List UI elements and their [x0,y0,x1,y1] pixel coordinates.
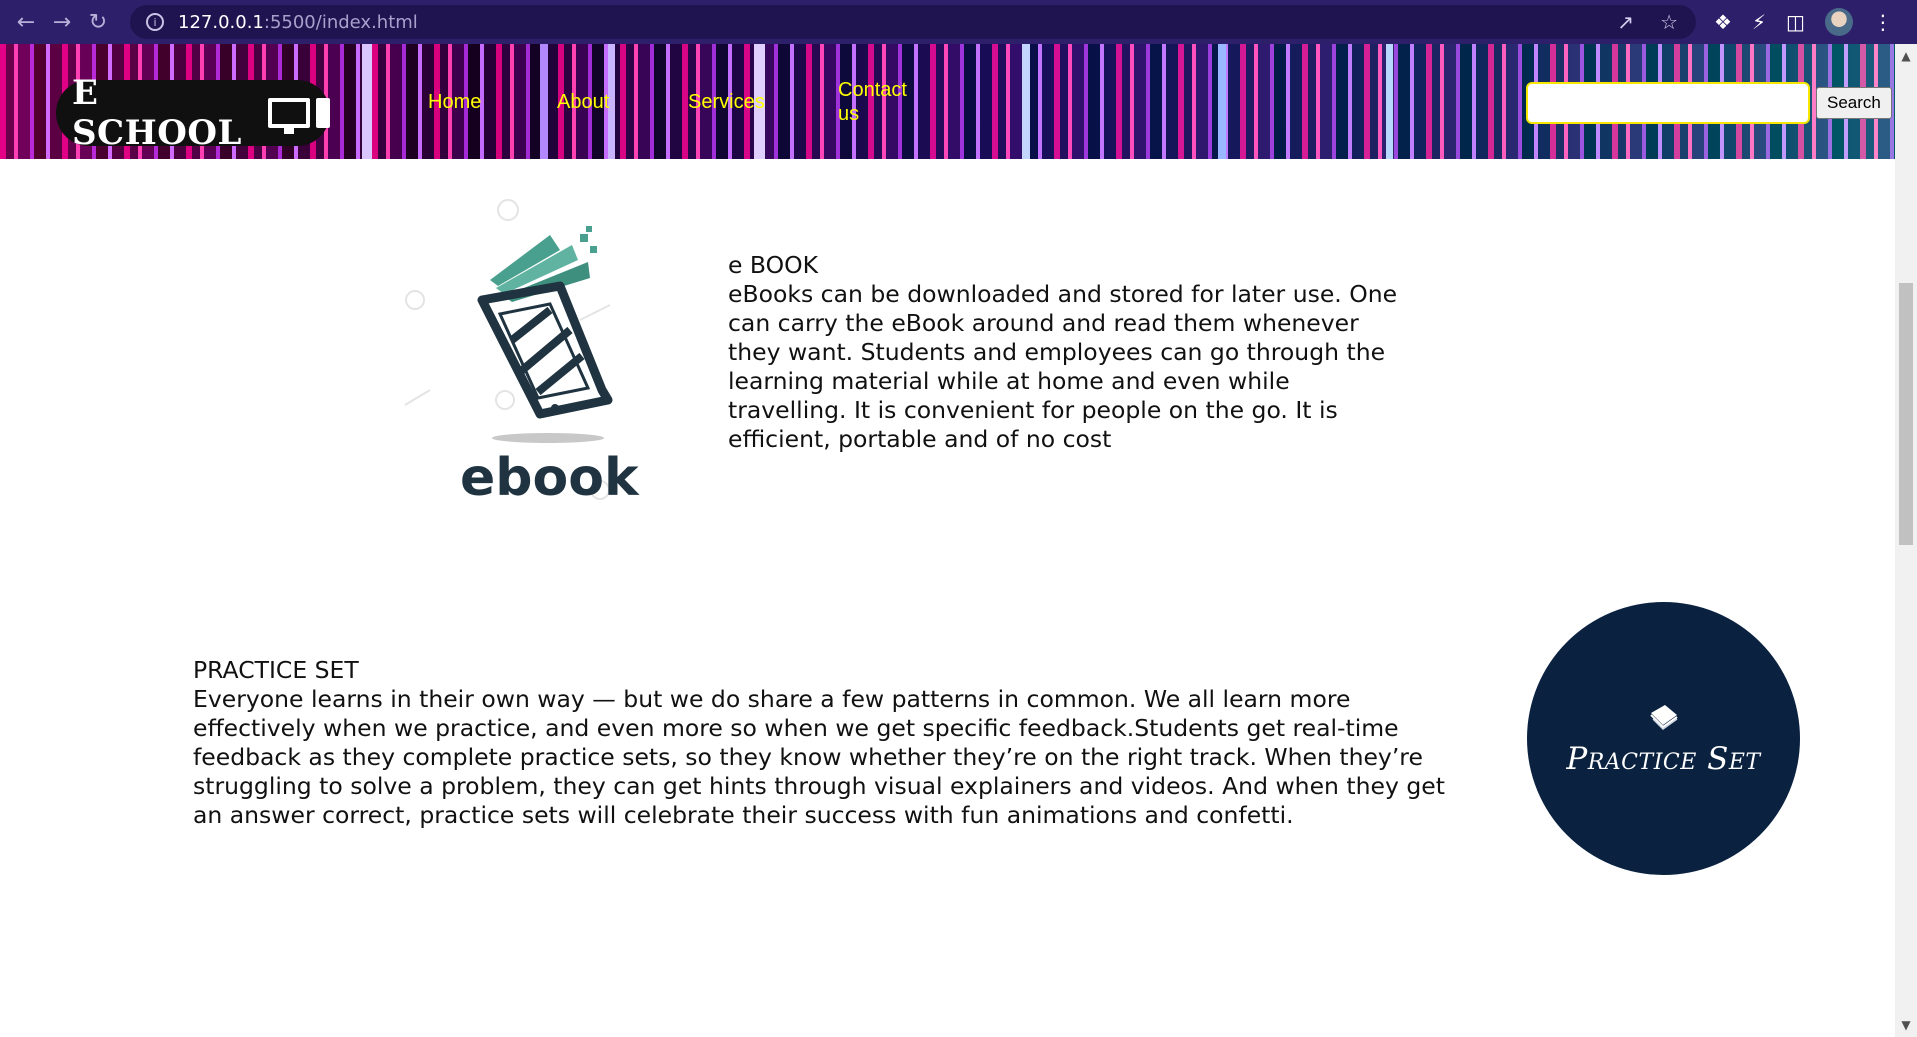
practice-description: Everyone learns in their own way — but w… [193,685,1445,829]
page-scrollbar[interactable]: ▲ ▼ [1895,44,1917,1037]
url-path: :5500/index.html [263,11,418,33]
browser-toolbar: ← → ↻ i 127.0.0.1:5500/index.html ↗ ☆ ❖ … [0,0,1917,44]
side-panel-icon[interactable]: ◫ [1786,10,1805,34]
forward-arrow-icon[interactable]: → [44,4,80,40]
nav-contact-link[interactable]: Contact us [838,78,918,126]
reload-icon[interactable]: ↻ [80,4,116,40]
practice-set-badge: Practice Set [1527,602,1800,875]
nav-services-link[interactable]: Services [688,90,765,114]
search-input[interactable] [1526,82,1810,124]
nav-about-link[interactable]: About [557,90,609,114]
profile-avatar[interactable] [1824,8,1853,36]
address-bar[interactable]: i 127.0.0.1:5500/index.html ↗ ☆ [130,5,1696,39]
extension-icon[interactable]: ⚡ [1752,10,1766,34]
extensions-puzzle-icon[interactable]: ❖ [1714,10,1732,34]
practice-badge-label: Practice Set [1566,740,1761,777]
search-form: Search [1526,82,1892,124]
practice-title: PRACTICE SET [193,656,359,684]
site-info-icon[interactable]: i [146,13,164,31]
scroll-down-arrow-icon[interactable]: ▼ [1900,1019,1912,1031]
nav-home-link[interactable]: Home [428,90,481,114]
menu-kebab-icon[interactable]: ⋮ [1873,10,1893,34]
share-icon[interactable]: ↗ [1617,10,1634,34]
search-button[interactable]: Search [1816,87,1892,119]
ebook-image-label: ebook [460,448,640,508]
site-header: E SCHOOL Home About Services Contact us … [0,44,1895,159]
bookmark-star-icon[interactable]: ☆ [1660,10,1678,34]
ebook-section: e BOOK eBooks can be downloaded and stor… [728,251,1398,454]
ebook-title: e BOOK [728,251,819,279]
ebook-illustration: ebook [404,199,640,508]
book-icon [1649,704,1678,730]
ebook-description: eBooks can be downloaded and stored for … [728,280,1398,453]
scroll-up-arrow-icon[interactable]: ▲ [1900,50,1912,62]
scrollbar-thumb[interactable] [1899,283,1913,545]
back-arrow-icon[interactable]: ← [8,4,44,40]
url-host: 127.0.0.1 [178,11,264,33]
practice-section: PRACTICE SET Everyone learns in their ow… [193,656,1473,830]
